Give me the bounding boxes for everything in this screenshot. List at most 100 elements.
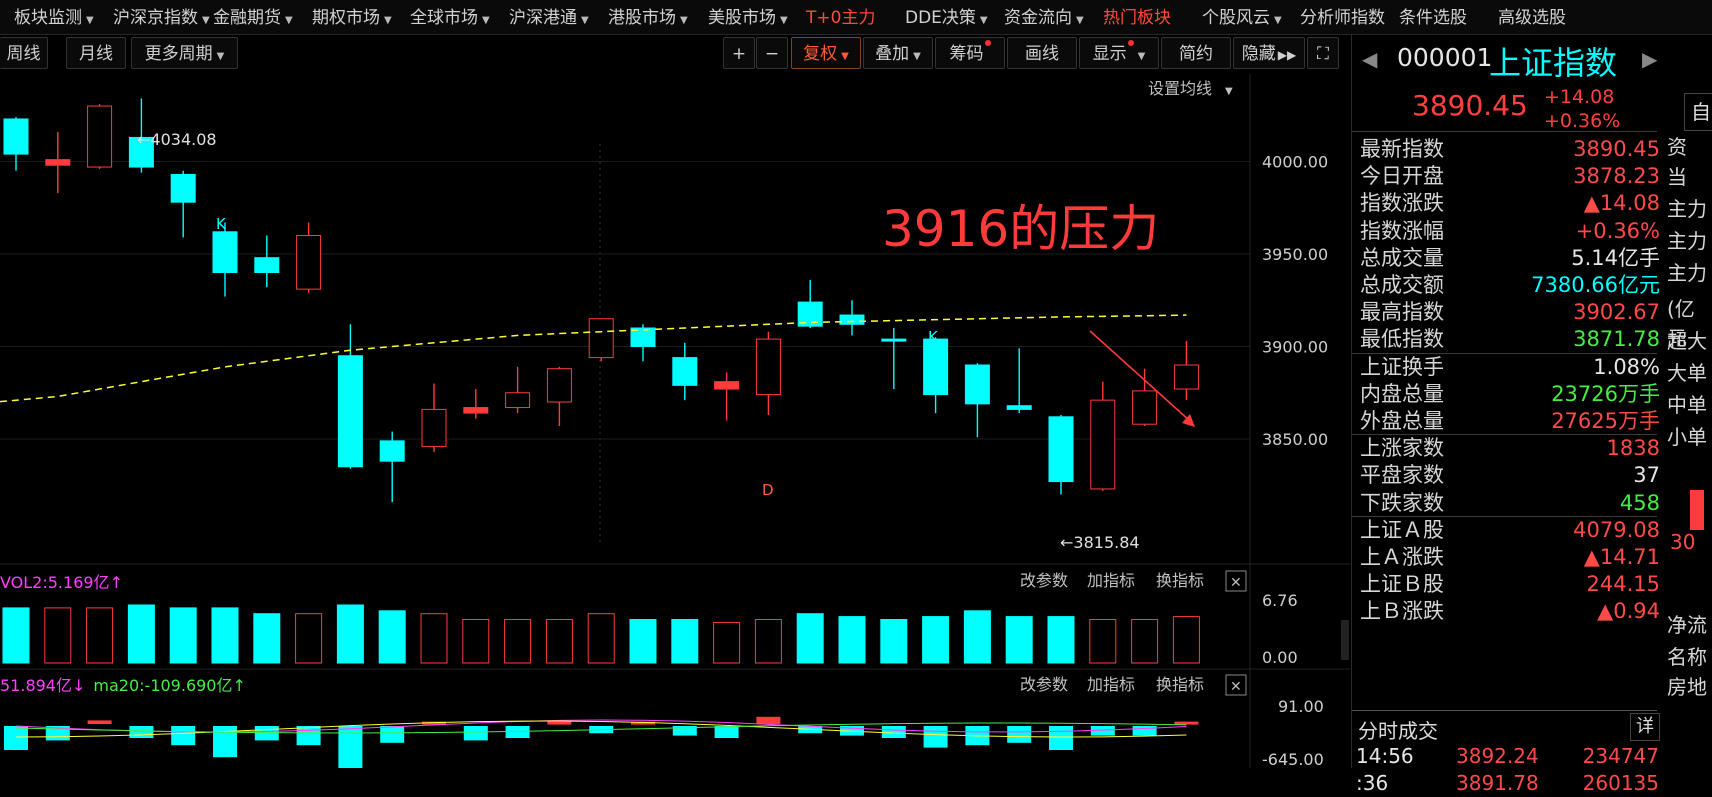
arrow-up-icon: ↑ (110, 573, 123, 592)
volume-bar (2, 607, 30, 664)
y-tick-label: 3950.00 (1262, 245, 1328, 264)
trades-title: 分时成交 (1358, 719, 1438, 743)
stock-code: 000001 (1397, 43, 1493, 72)
menu-item-5[interactable]: 沪深港通 ▼ (509, 0, 589, 34)
current-price: 3890.45 (1412, 89, 1528, 122)
trade-volume: 234747 (1582, 744, 1659, 768)
menu-item-12[interactable]: 个股风云 ▼ (1202, 0, 1282, 34)
macd-switch-indicator-button[interactable]: 换指标 (1156, 675, 1204, 694)
volume-bar (713, 621, 741, 664)
fuquan-dropdown[interactable]: 复权 ▼ (791, 37, 861, 69)
menu-label: 高级选股 (1498, 8, 1566, 28)
capital-flow-label: 净流 (1667, 613, 1707, 637)
volume-bar (1089, 619, 1117, 664)
capital-bar (171, 726, 196, 746)
chips-label: 筹码 (949, 44, 984, 64)
stat-label: 内盘总量 (1360, 381, 1444, 406)
capital-flow-label: 资 (1667, 135, 1687, 159)
chevron-down-icon: ▼ (216, 51, 225, 62)
volume-bar (1131, 619, 1159, 664)
prev-stock-icon[interactable]: ◀ (1362, 47, 1377, 71)
vol-value: VOL2:5.169亿 (0, 573, 110, 592)
menu-item-9[interactable]: DDE决策 ▼ (905, 0, 988, 34)
stat-label: 上证Ｂ股 (1360, 572, 1444, 597)
overlay-dropdown[interactable]: 叠加 ▼ (863, 37, 933, 69)
menu-item-13[interactable]: 分析师指数 (1300, 0, 1385, 34)
week-button[interactable]: 周线 (0, 37, 48, 69)
month-button[interactable]: 月线 (66, 37, 126, 69)
stat-value: +0.36% (1575, 218, 1660, 243)
volume-bar (1047, 616, 1075, 664)
stat-label: 今日开盘 (1360, 164, 1444, 189)
volume-bar (169, 607, 197, 664)
display-dropdown[interactable]: 显示 ▼ (1079, 37, 1159, 69)
stat-row: 今日开盘 3878.23 (1360, 161, 1660, 191)
next-stock-icon[interactable]: ▶ (1642, 47, 1657, 71)
zoom-in-button[interactable]: + (723, 37, 755, 69)
capital-bar (714, 726, 739, 738)
menu-item-10[interactable]: 资金流向 ▼ (1004, 0, 1084, 34)
simple-label: 简约 (1179, 44, 1213, 64)
ma-setting-link[interactable]: 设置均线 (1148, 79, 1212, 98)
menu-item-7[interactable]: 美股市场 ▼ (708, 0, 788, 34)
splitter-handle[interactable] (1341, 620, 1349, 660)
trades-detail-button[interactable]: 详 (1630, 713, 1660, 741)
macd-add-indicator-button[interactable]: 加指标 (1087, 675, 1135, 694)
candle-body (1173, 364, 1199, 390)
stat-row: 最新指数 3890.45 (1360, 134, 1660, 164)
vol-add-indicator-button[interactable]: 加指标 (1087, 571, 1135, 590)
menu-item-2[interactable]: 金融期货 ▼ (213, 0, 293, 34)
stat-label: 总成交额 (1360, 273, 1444, 297)
chevron-down-icon: ▼ (384, 15, 392, 26)
vol-params-button[interactable]: 改参数 (1020, 571, 1068, 590)
menu-item-15[interactable]: 高级选股 (1498, 0, 1566, 34)
menu-label: 全球市场 (410, 8, 478, 28)
top-menu-bar: 板块监测 ▼ 沪深京指数 ▼ 金融期货 ▼ 期权市场 ▼ 全球市场 ▼ 沪深港通 ▼ 港股市场 ▼ 美股市场… (0, 0, 1712, 35)
chips-button[interactable]: 筹码 (935, 37, 1005, 69)
menu-item-14[interactable]: 条件选股 (1399, 0, 1467, 34)
capital-value: 51.894亿 (0, 676, 72, 695)
y-tick-label: 4000.00 (1262, 153, 1328, 172)
hide-button[interactable]: 隐藏 ▶▶ (1233, 37, 1305, 69)
hide-label: 隐藏 (1241, 44, 1276, 64)
stat-label: 上涨家数 (1360, 436, 1444, 461)
menu-item-1[interactable]: 沪深京指数 ▼ (113, 0, 210, 34)
stat-row: 上涨家数 1838 (1360, 433, 1660, 463)
chevron-down-icon: ▼ (841, 51, 849, 62)
chevron-down-icon: ▼ (979, 15, 988, 26)
vol-switch-indicator-button[interactable]: 换指标 (1156, 571, 1204, 590)
menu-item-0[interactable]: 板块监测 ▼ (14, 0, 94, 34)
candle (254, 235, 280, 288)
draw-line-button[interactable]: 画线 (1007, 37, 1077, 69)
capital-bar (296, 726, 321, 746)
divider (1352, 131, 1657, 132)
stat-value: 3902.67 (1573, 300, 1660, 325)
stat-label: 上证换手 (1360, 354, 1444, 379)
menu-label: 热门板块 (1103, 8, 1171, 28)
kline-chart[interactable]: 4000.00 3950.00 3900.00 3850.00 3916的压力 ←40… (0, 74, 1350, 768)
k-marker: K (216, 215, 227, 233)
zoom-out-button[interactable]: − (756, 37, 788, 69)
menu-item-8[interactable]: T+0主力 (806, 0, 875, 34)
menu-item-3[interactable]: 期权市场 ▼ (312, 0, 392, 34)
chevron-down-icon: ▼ (1076, 15, 1084, 26)
candle-body (505, 392, 531, 409)
volume-bar (462, 619, 490, 664)
candle (672, 342, 698, 401)
volume-bar (504, 619, 532, 664)
menu-item-11[interactable]: 热门板块 (1103, 0, 1171, 34)
candle (505, 366, 531, 414)
stat-row: 上证Ａ股 4079.08 (1360, 515, 1660, 545)
stat-value: 1838 (1606, 436, 1660, 461)
candle-body (1048, 416, 1074, 483)
self-select-button[interactable]: 自 (1684, 93, 1712, 131)
candle-body (87, 105, 113, 168)
trade-price: 3891.78 (1456, 771, 1539, 795)
menu-item-4[interactable]: 全球市场 ▼ (410, 0, 490, 34)
more-periods-dropdown[interactable]: 更多周期 ▼ (131, 37, 238, 69)
draw-label: 画线 (1025, 44, 1059, 64)
macd-params-button[interactable]: 改参数 (1020, 675, 1068, 694)
fullscreen-button[interactable]: ⛶ (1307, 37, 1339, 69)
menu-item-6[interactable]: 港股市场 ▼ (608, 0, 688, 34)
simple-mode-button[interactable]: 简约 (1161, 37, 1231, 69)
